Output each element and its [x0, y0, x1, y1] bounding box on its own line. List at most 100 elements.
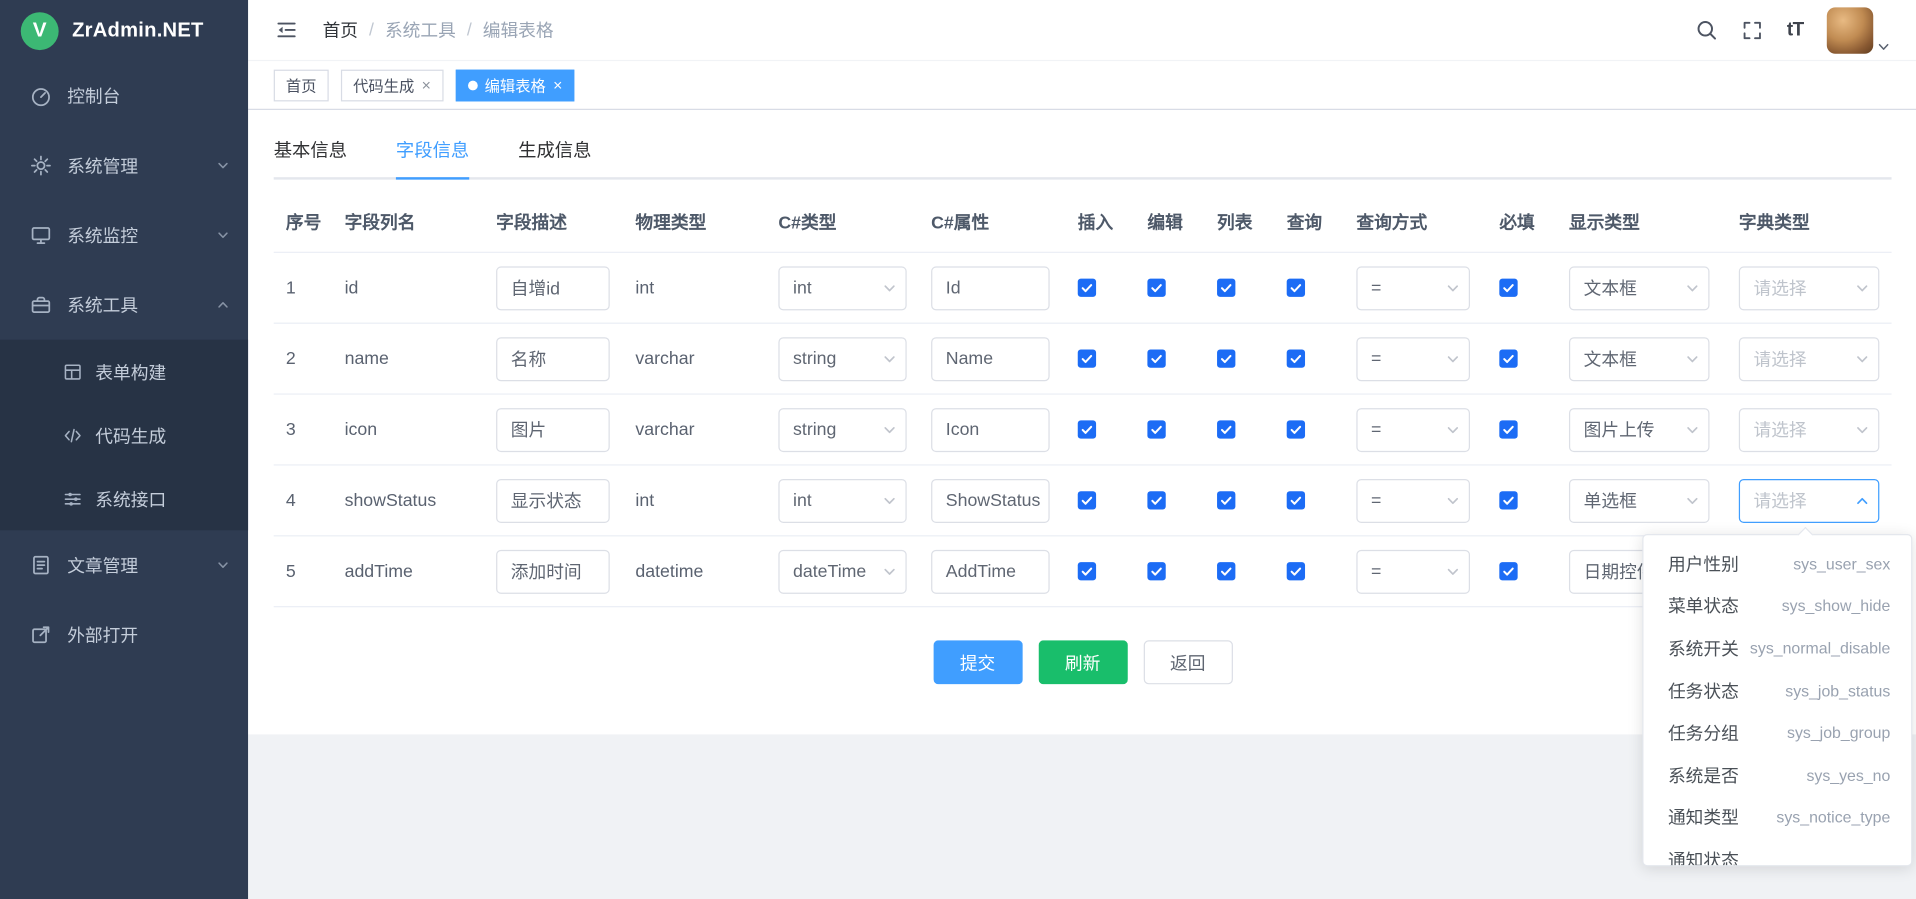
sidebar-item-label: 文章管理 — [67, 552, 216, 578]
desc-input[interactable]: 显示状态 — [496, 478, 610, 522]
query-checkbox[interactable] — [1287, 562, 1305, 580]
tab-generate-info[interactable]: 生成信息 — [518, 125, 591, 180]
dict-option-value: sys_job_status — [1785, 681, 1890, 699]
tab-field-info[interactable]: 字段信息 — [396, 125, 469, 180]
edit-checkbox[interactable] — [1147, 491, 1165, 509]
dict-option[interactable]: 菜单状态sys_show_hide — [1644, 585, 1912, 627]
insert-checkbox[interactable] — [1078, 349, 1096, 367]
dict-option[interactable]: 任务分组sys_job_group — [1644, 712, 1912, 754]
sidebar-item-system-manage[interactable]: 系统管理 — [0, 131, 248, 201]
required-checkbox[interactable] — [1499, 491, 1517, 509]
sidebar-item-external-open[interactable]: 外部打开 — [0, 600, 248, 670]
display-select[interactable]: 图片上传 — [1569, 408, 1710, 452]
cell-required — [1487, 562, 1557, 580]
required-checkbox[interactable] — [1499, 279, 1517, 297]
desc-input[interactable]: 添加时间 — [496, 549, 610, 593]
list-checkbox[interactable] — [1217, 349, 1235, 367]
display-select[interactable]: 文本框 — [1569, 266, 1710, 310]
tab-basic-info[interactable]: 基本信息 — [274, 125, 347, 180]
sidebar-item-article-manage[interactable]: 文章管理 — [0, 530, 248, 600]
tag-edit-table[interactable]: 编辑表格 × — [455, 69, 574, 101]
ctype-select[interactable]: string — [778, 408, 906, 452]
list-checkbox[interactable] — [1217, 420, 1235, 438]
cprop-input[interactable]: Icon — [931, 408, 1050, 452]
dict-option[interactable]: 通知状态 — [1644, 838, 1912, 865]
cprop-input[interactable]: AddTime — [931, 549, 1050, 593]
ctype-select[interactable]: int — [778, 478, 906, 522]
dict-option[interactable]: 系统开关sys_normal_disable — [1644, 627, 1912, 669]
required-checkbox[interactable] — [1499, 420, 1517, 438]
display-select[interactable]: 单选框 — [1569, 478, 1710, 522]
user-avatar[interactable] — [1827, 7, 1873, 53]
sidebar-item-code-generate[interactable]: 代码生成 — [0, 403, 248, 467]
close-icon[interactable]: × — [553, 77, 562, 93]
cprop-input[interactable]: Id — [931, 266, 1050, 310]
user-menu[interactable] — [1827, 7, 1889, 53]
list-checkbox[interactable] — [1217, 562, 1235, 580]
insert-checkbox[interactable] — [1078, 279, 1096, 297]
ctype-select[interactable]: int — [778, 266, 906, 310]
dict-select[interactable]: 请选择 — [1739, 266, 1880, 310]
dict-select[interactable]: 请选择 — [1739, 408, 1880, 452]
desc-input[interactable]: 名称 — [496, 337, 610, 381]
table-row: 4showStatus显示状态intintShowStatus=单选框请选择 — [274, 466, 1892, 537]
cell-ctype: string — [766, 408, 919, 452]
tag-home[interactable]: 首页 — [274, 69, 329, 101]
edit-checkbox[interactable] — [1147, 279, 1165, 297]
back-button[interactable]: 返回 — [1143, 640, 1232, 684]
dict-option[interactable]: 任务状态sys_job_status — [1644, 669, 1912, 711]
qmode-select[interactable]: = — [1356, 408, 1470, 452]
edit-checkbox[interactable] — [1147, 562, 1165, 580]
sidebar-item-system-tools[interactable]: 系统工具 — [0, 270, 248, 340]
dict-option[interactable]: 系统是否sys_yes_no — [1644, 754, 1912, 796]
ctype-select[interactable]: dateTime — [778, 549, 906, 593]
qmode-select[interactable]: = — [1356, 549, 1470, 593]
breadcrumb-item-home[interactable]: 首页 — [323, 17, 358, 43]
query-checkbox[interactable] — [1287, 279, 1305, 297]
sidebar-item-form-builder[interactable]: 表单构建 — [0, 340, 248, 404]
query-checkbox[interactable] — [1287, 491, 1305, 509]
insert-checkbox[interactable] — [1078, 420, 1096, 438]
dict-select[interactable]: 请选择 — [1739, 337, 1880, 381]
sidebar-item-system-api[interactable]: 系统接口 — [0, 467, 248, 531]
dict-select[interactable]: 请选择 — [1739, 478, 1880, 522]
close-icon[interactable]: × — [422, 77, 431, 93]
cell-cprop: Name — [919, 337, 1066, 381]
cprop-input[interactable]: Name — [931, 337, 1050, 381]
required-checkbox[interactable] — [1499, 349, 1517, 367]
list-checkbox[interactable] — [1217, 279, 1235, 297]
edit-checkbox[interactable] — [1147, 349, 1165, 367]
fullscreen-icon[interactable] — [1742, 19, 1764, 41]
cell-cprop: Icon — [919, 408, 1066, 452]
sidebar-item-system-monitor[interactable]: 系统监控 — [0, 200, 248, 270]
tag-code-generate[interactable]: 代码生成 × — [341, 69, 443, 101]
qmode-select[interactable]: = — [1356, 478, 1470, 522]
edit-checkbox[interactable] — [1147, 420, 1165, 438]
sidebar-item-dashboard[interactable]: 控制台 — [0, 61, 248, 131]
query-checkbox[interactable] — [1287, 420, 1305, 438]
display-select[interactable]: 文本框 — [1569, 337, 1710, 381]
dict-option[interactable]: 用户性别sys_user_sex — [1644, 543, 1912, 585]
submit-button[interactable]: 提交 — [933, 640, 1022, 684]
insert-checkbox[interactable] — [1078, 491, 1096, 509]
refresh-button[interactable]: 刷新 — [1038, 640, 1127, 684]
cell-no: 1 — [274, 278, 333, 298]
ctype-select[interactable]: string — [778, 337, 906, 381]
breadcrumb-separator: / — [369, 20, 374, 40]
insert-checkbox[interactable] — [1078, 562, 1096, 580]
desc-input[interactable]: 自增id — [496, 266, 610, 310]
query-checkbox[interactable] — [1287, 349, 1305, 367]
table-row: 2name名称varcharstringName=文本框请选择 — [274, 324, 1892, 395]
list-checkbox[interactable] — [1217, 491, 1235, 509]
chevron-down-icon — [882, 493, 897, 508]
search-icon[interactable] — [1695, 18, 1718, 41]
required-checkbox[interactable] — [1499, 562, 1517, 580]
qmode-select[interactable]: = — [1356, 337, 1470, 381]
cprop-input[interactable]: ShowStatus — [931, 478, 1050, 522]
desc-input[interactable]: 图片 — [496, 408, 610, 452]
qmode-select[interactable]: = — [1356, 266, 1470, 310]
dict-option[interactable]: 通知类型sys_notice_type — [1644, 796, 1912, 838]
font-size-icon[interactable]: tT — [1787, 19, 1804, 41]
collapse-sidebar-icon[interactable] — [275, 18, 298, 41]
dict-selected-value: 请选择 — [1753, 346, 1806, 372]
